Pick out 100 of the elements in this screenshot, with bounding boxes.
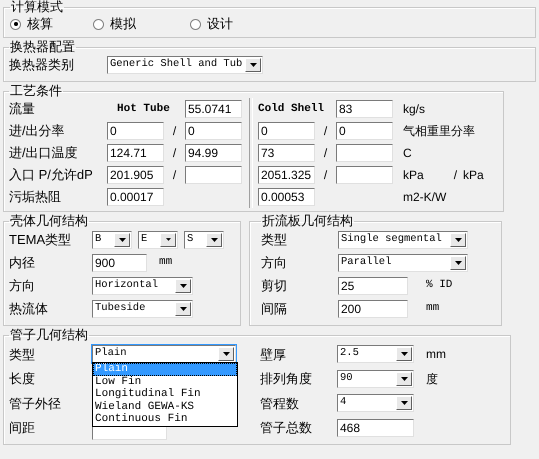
caret-icon bbox=[222, 352, 230, 356]
dropdown-value: 4 bbox=[340, 395, 346, 410]
dropdown[interactable]: B bbox=[92, 230, 132, 248]
dropdown-button[interactable] bbox=[450, 256, 466, 270]
dropdown[interactable]: Plain bbox=[92, 345, 236, 364]
input-field[interactable]: 73 bbox=[258, 144, 315, 162]
dropdown-value: Parallel bbox=[341, 254, 392, 270]
dropdown[interactable]: Single segmental bbox=[338, 230, 468, 248]
unit-label: C bbox=[403, 145, 412, 162]
group-title: 工艺条件 bbox=[9, 84, 63, 98]
dropdown-option[interactable]: Low Fin bbox=[93, 376, 237, 388]
radio-button[interactable]: 模拟 bbox=[93, 14, 190, 34]
dropdown-button[interactable] bbox=[175, 302, 191, 316]
caret-icon bbox=[400, 401, 408, 406]
input-field[interactable]: 94.99 bbox=[185, 144, 242, 162]
caret-icon bbox=[180, 306, 186, 310]
field-label: 热流体 bbox=[9, 300, 49, 318]
field-label: 入口 P/允许dP bbox=[9, 166, 94, 184]
input-field[interactable]: 468 bbox=[337, 418, 414, 437]
input-field[interactable]: 0 bbox=[185, 122, 242, 140]
input-field[interactable] bbox=[336, 144, 393, 162]
dropdown-value: B bbox=[95, 232, 102, 247]
input-field[interactable]: 83 bbox=[336, 100, 393, 118]
input-field[interactable]: 25 bbox=[338, 276, 408, 294]
separator-text: / bbox=[172, 123, 178, 140]
dropdown-button[interactable] bbox=[396, 372, 412, 386]
dropdown-button[interactable] bbox=[396, 347, 412, 362]
dropdown[interactable]: Parallel bbox=[338, 254, 468, 272]
dropdown-option[interactable]: Continuous Fin bbox=[93, 413, 237, 426]
input-field[interactable]: 0.00017 bbox=[107, 188, 164, 206]
dropdown-value: S bbox=[187, 232, 194, 247]
dropdown[interactable]: 4 bbox=[337, 394, 414, 412]
dropdown-option[interactable]: Wieland GEWA-KS bbox=[93, 400, 237, 414]
dropdown-button[interactable] bbox=[114, 232, 130, 246]
input-field[interactable]: 2051.325 bbox=[258, 166, 315, 184]
caret-icon bbox=[400, 352, 408, 356]
caret-icon bbox=[180, 284, 186, 288]
field-label: 方向 bbox=[261, 254, 288, 272]
field-label: 换热器类别 bbox=[9, 56, 75, 74]
dropdown-button[interactable] bbox=[206, 232, 222, 246]
dropdown-button[interactable] bbox=[450, 232, 466, 246]
caret-icon bbox=[250, 63, 256, 67]
field-label: 污垢热阻 bbox=[9, 188, 62, 206]
input-field[interactable]: 0 bbox=[107, 122, 164, 140]
dropdown[interactable]: Tubeside bbox=[92, 300, 193, 318]
input-field[interactable]: 55.0741 bbox=[185, 100, 242, 118]
radio-button[interactable]: 设计 bbox=[190, 14, 287, 34]
dropdown[interactable]: E bbox=[138, 230, 178, 248]
dropdown-value: 2.5 bbox=[340, 346, 359, 362]
column-header: Hot Tube bbox=[116, 102, 171, 117]
caret-icon bbox=[454, 260, 462, 264]
input-field[interactable]: 0 bbox=[336, 122, 393, 140]
group-title: 折流板几何结构 bbox=[261, 214, 354, 228]
caret-icon bbox=[118, 238, 126, 242]
unit-label: mm bbox=[425, 346, 446, 364]
group-title: 计算模式 bbox=[10, 0, 64, 14]
unit-label: mm bbox=[425, 301, 440, 316]
field-label: 间距 bbox=[9, 419, 36, 437]
dropdown[interactable]: 90 bbox=[337, 370, 414, 388]
dropdown-button[interactable] bbox=[160, 232, 176, 246]
unit-label: % ID bbox=[425, 278, 452, 294]
field-label: 剪切 bbox=[261, 276, 288, 295]
group-title: 换热器配置 bbox=[9, 40, 76, 54]
input-field[interactable] bbox=[185, 166, 242, 184]
separator-text: / bbox=[454, 167, 458, 184]
unit-label: 度 bbox=[425, 370, 438, 388]
input-field[interactable] bbox=[336, 166, 393, 184]
separator-text: / bbox=[172, 167, 178, 184]
dropdown[interactable]: S bbox=[184, 230, 224, 248]
separator-text: / bbox=[172, 145, 178, 162]
dropdown-value: Generic Shell and Tub bbox=[110, 57, 242, 72]
radio-button[interactable]: 核算 bbox=[10, 14, 93, 34]
field-label: 排列角度 bbox=[260, 370, 313, 388]
field-label: 管子外径 bbox=[9, 394, 62, 412]
field-label: 流量 bbox=[9, 100, 36, 118]
separator-text: / bbox=[322, 123, 328, 140]
dropdown-button[interactable] bbox=[175, 278, 191, 292]
dropdown[interactable]: Horizontal bbox=[92, 276, 193, 294]
field-label: 长度 bbox=[9, 370, 36, 388]
dropdown-button[interactable] bbox=[245, 58, 261, 72]
input-field[interactable]: 124.71 bbox=[107, 144, 164, 162]
dropdown-button[interactable] bbox=[218, 347, 234, 362]
field-label: 间隔 bbox=[261, 300, 288, 318]
unit-label: kPa bbox=[403, 167, 424, 184]
dropdown-button[interactable] bbox=[396, 396, 412, 410]
dropdown[interactable]: 2.5 bbox=[337, 345, 414, 364]
unit-label: mm bbox=[158, 255, 172, 270]
caret-icon bbox=[166, 238, 170, 241]
dropdown-value: Horizontal bbox=[95, 278, 158, 293]
input-field[interactable]: 200 bbox=[338, 300, 408, 318]
dropdown-value: Plain bbox=[95, 346, 127, 362]
unit-label: kg/s bbox=[403, 101, 426, 118]
input-field[interactable]: 900 bbox=[92, 254, 147, 272]
dropdown-option[interactable]: Longitudinal Fin bbox=[93, 388, 237, 401]
field-label: 进/出口温度 bbox=[9, 144, 79, 162]
separator-text: / bbox=[322, 167, 328, 184]
input-field[interactable]: 201.905 bbox=[107, 166, 164, 184]
dropdown[interactable]: Generic Shell and Tub bbox=[107, 56, 263, 74]
input-field[interactable]: 0.00053 bbox=[258, 188, 315, 206]
input-field[interactable]: 0 bbox=[258, 122, 315, 140]
